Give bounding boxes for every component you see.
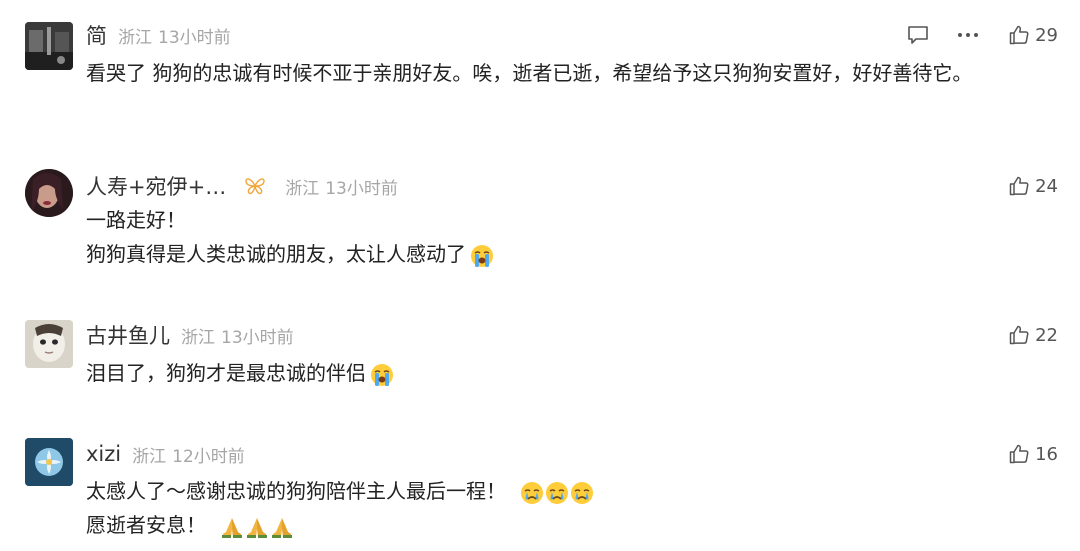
folded-hands-emoji: [247, 517, 267, 538]
username[interactable]: 人寿+宛伊+…: [86, 171, 226, 201]
loudly-crying-emoji: [371, 363, 393, 386]
butterfly-badge-icon: [244, 177, 266, 195]
comment-line: 看哭了 狗狗的忠诚有时候不亚于亲朋好友。唉，逝者已逝，希望给予这只狗狗安置好，好…: [86, 61, 973, 85]
comment-item: xizi 浙江 12小时前 16 太感人了～感谢忠诚的狗狗陪伴主人最后一程！ 愿…: [0, 436, 1080, 551]
comment-text: 看哭了 狗狗的忠诚有时候不亚于亲朋好友。唉，逝者已逝，希望给予这只狗狗安置好，好…: [86, 56, 1061, 90]
like-button[interactable]: 29: [1009, 25, 1058, 46]
like-button[interactable]: 16: [1009, 444, 1058, 465]
crying-emoji: [571, 481, 593, 504]
emoji-group: [220, 515, 295, 539]
location-label: 浙江: [132, 446, 167, 467]
avatar[interactable]: [25, 169, 73, 217]
like-count: 24: [1035, 175, 1058, 197]
like-count: 29: [1035, 24, 1058, 46]
comment-meta: 人寿+宛伊+… 浙江 13小时前: [86, 171, 398, 201]
thumbs-up-icon: [1009, 325, 1029, 345]
like-button[interactable]: 24: [1009, 176, 1058, 197]
folded-hands-emoji: [272, 517, 292, 538]
comment-meta: xizi 浙江 12小时前: [86, 439, 245, 469]
thumbs-up-icon: [1009, 25, 1029, 45]
comment-item: 简 浙江 13小时前 29 看哭了 狗狗的忠诚有时候不亚于亲朋好友。唉，逝者已逝…: [0, 0, 1080, 140]
ellipsis-icon[interactable]: [957, 32, 979, 38]
avatar[interactable]: [25, 320, 73, 368]
like-count: 22: [1035, 324, 1058, 346]
username[interactable]: xizi: [86, 442, 121, 466]
location-label: 浙江: [285, 178, 320, 199]
comment-line: 泪目了，狗狗才是最忠诚的伴侣: [86, 356, 1061, 390]
comment-actions: 22: [1009, 320, 1058, 350]
thumbs-up-icon: [1009, 176, 1029, 196]
comment-item: 古井鱼儿 浙江 13小时前 22 泪目了，狗狗才是最忠诚的伴侣: [0, 316, 1080, 416]
comment-line-text: 太感人了～感谢忠诚的狗狗陪伴主人最后一程！: [86, 479, 506, 503]
like-button[interactable]: 22: [1009, 325, 1058, 346]
location-label: 浙江: [181, 327, 215, 348]
comment-text: 一路走好！ 狗狗真得是人类忠诚的朋友，太让人感动了: [86, 203, 1061, 271]
timestamp: 13小时前: [221, 327, 294, 348]
crying-emoji: [521, 481, 543, 504]
emoji-group: [470, 244, 495, 268]
crying-emoji: [546, 481, 568, 504]
thumbs-up-icon: [1009, 444, 1029, 464]
username[interactable]: 古井鱼儿: [86, 320, 170, 350]
avatar[interactable]: [25, 438, 73, 486]
timestamp: 13小时前: [158, 27, 231, 48]
comment-actions: 16: [1009, 439, 1058, 469]
comment-line-text: 狗狗真得是人类忠诚的朋友，太让人感动了: [86, 242, 466, 266]
comment-text: 泪目了，狗狗才是最忠诚的伴侣: [86, 356, 1061, 390]
comment-meta: 简 浙江 13小时前: [86, 20, 231, 50]
timestamp: 12小时前: [172, 446, 245, 467]
comment-actions: 29: [907, 20, 1058, 50]
comment-actions: 24: [1009, 171, 1058, 201]
comment-meta: 古井鱼儿 浙江 13小时前: [86, 320, 294, 350]
avatar[interactable]: [25, 22, 73, 70]
comment-line: 愿逝者安息！: [86, 508, 1061, 542]
loudly-crying-emoji: [471, 244, 493, 267]
emoji-group: [370, 363, 395, 387]
comment-line: 狗狗真得是人类忠诚的朋友，太让人感动了: [86, 237, 1061, 271]
comment-item: 人寿+宛伊+… 浙江 13小时前 24 一路走好！ 狗狗真得是人类忠诚的朋友，太…: [0, 165, 1080, 285]
location-label: 浙江: [118, 27, 152, 48]
comment-line-text: 泪目了，狗狗才是最忠诚的伴侣: [86, 361, 366, 385]
like-count: 16: [1035, 443, 1058, 465]
comment-text: 太感人了～感谢忠诚的狗狗陪伴主人最后一程！ 愿逝者安息！: [86, 474, 1061, 542]
emoji-group: [520, 481, 595, 505]
speech-bubble-icon[interactable]: [907, 25, 929, 45]
username[interactable]: 简: [86, 20, 107, 50]
comment-line-text: 愿逝者安息！: [86, 513, 206, 537]
comment-line: 一路走好！: [86, 208, 186, 232]
timestamp: 13小时前: [325, 178, 398, 199]
comment-line: 太感人了～感谢忠诚的狗狗陪伴主人最后一程！: [86, 474, 1061, 508]
folded-hands-emoji: [222, 517, 242, 538]
